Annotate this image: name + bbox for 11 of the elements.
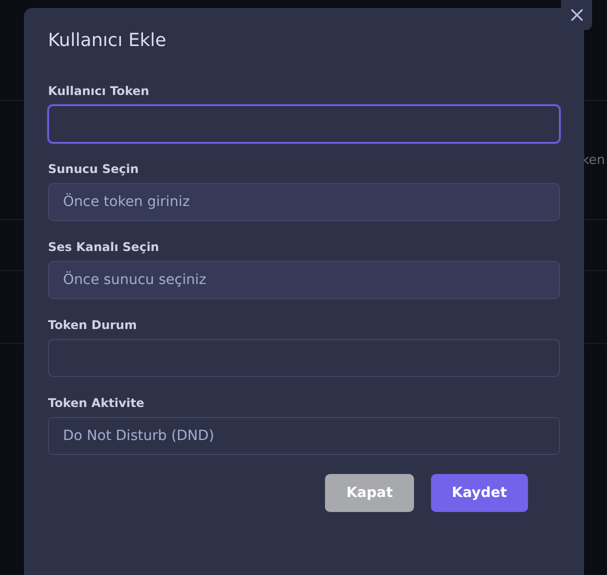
- dialog-title: Kullanıcı Ekle: [48, 30, 168, 51]
- field-label: Token Aktivite: [48, 396, 146, 410]
- save-button[interactable]: Kaydet: [430, 474, 528, 512]
- input-field[interactable]: [48, 339, 560, 377]
- input-field[interactable]: [48, 105, 560, 143]
- field-label: Sunucu Seçin: [48, 162, 140, 176]
- field-label: Ses Kanalı Seçin: [48, 240, 160, 254]
- field-label: Token Durum: [48, 318, 138, 332]
- select-field[interactable]: Do Not Disturb (DND): [48, 417, 560, 455]
- field-label: Kullanıcı Token: [48, 84, 150, 98]
- close-icon: [570, 9, 582, 21]
